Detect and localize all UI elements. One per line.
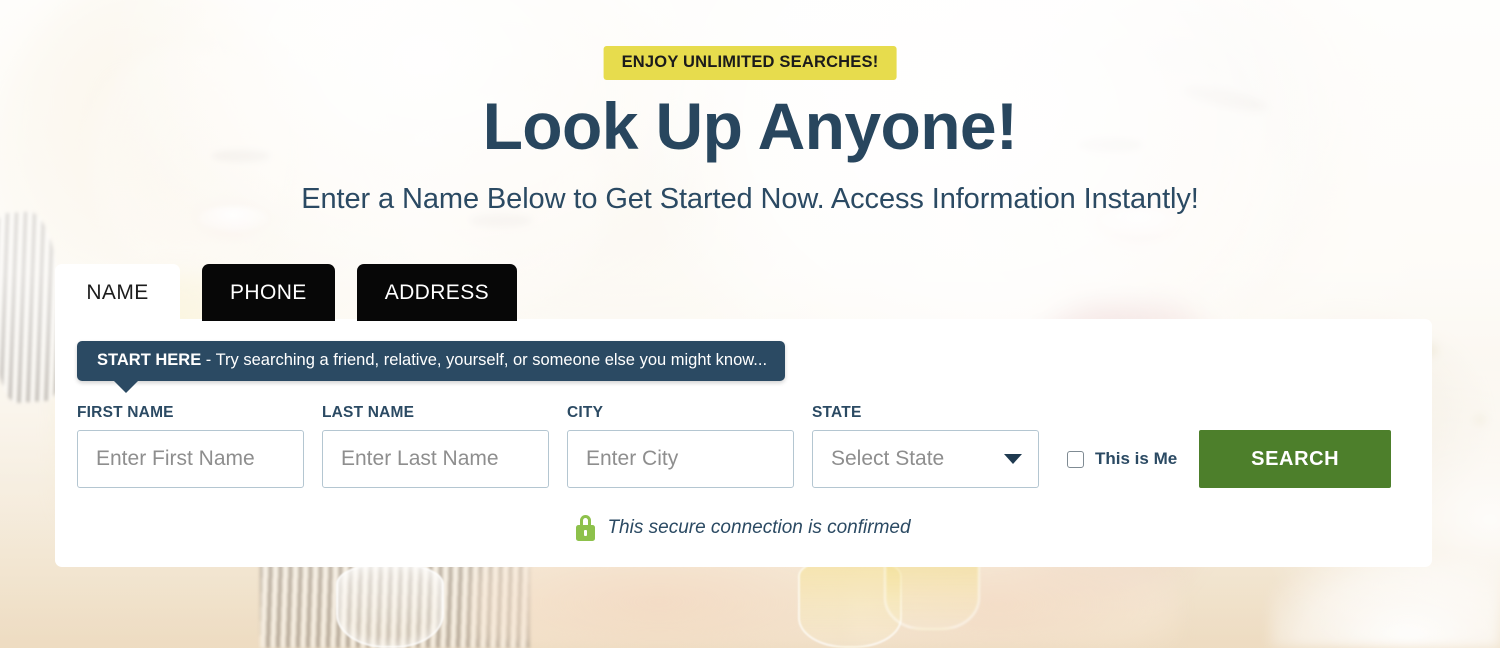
last-name-field-group: LAST NAME <box>322 404 549 488</box>
first-name-input[interactable] <box>77 430 304 488</box>
this-is-me-label: This is Me <box>1095 449 1178 468</box>
lock-icon <box>576 515 596 541</box>
state-field-group: STATE Select State <box>812 404 1039 488</box>
city-input[interactable] <box>567 430 794 488</box>
city-label: CITY <box>567 404 604 421</box>
tab-address[interactable]: ADDRESS <box>356 264 518 321</box>
promo-banner: ENJOY UNLIMITED SEARCHES! <box>603 46 897 80</box>
search-button[interactable]: SEARCH <box>1199 430 1392 488</box>
page-title: Look Up Anyone! <box>482 89 1018 163</box>
first-name-field-group: FIRST NAME <box>77 404 304 488</box>
secure-connection-notice: This secure connection is confirmed <box>55 515 1432 541</box>
tab-phone[interactable]: PHONE <box>202 264 335 321</box>
tooltip-strong-text: START HERE <box>97 351 202 369</box>
state-label: STATE <box>812 404 862 421</box>
start-here-tooltip: START HERE - Try searching a friend, rel… <box>77 341 786 393</box>
secure-connection-text: This secure connection is confirmed <box>607 517 911 538</box>
last-name-input[interactable] <box>322 430 549 488</box>
chevron-down-icon <box>1004 454 1022 464</box>
search-type-tabs: NAME PHONE ADDRESS <box>55 264 518 321</box>
first-name-label: FIRST NAME <box>77 404 174 421</box>
tooltip-arrow <box>113 380 139 393</box>
city-field-group: CITY <box>567 404 794 488</box>
page-subtitle: Enter a Name Below to Get Started Now. A… <box>301 183 1199 215</box>
state-select-value: Select State <box>831 447 945 470</box>
this-is-me-checkbox[interactable] <box>1067 450 1084 468</box>
this-is-me-checkbox-group[interactable]: This is Me <box>1067 430 1177 488</box>
people-search-form: FIRST NAME LAST NAME CITY STATE Select S… <box>77 404 1410 488</box>
state-select[interactable]: Select State <box>812 430 1039 488</box>
tab-name[interactable]: NAME <box>55 264 180 321</box>
tooltip-rest-text: - Try searching a friend, relative, your… <box>201 351 768 369</box>
hero-section: ENJOY UNLIMITED SEARCHES! Look Up Anyone… <box>0 0 1500 648</box>
search-card: START HERE - Try searching a friend, rel… <box>55 319 1432 567</box>
last-name-label: LAST NAME <box>322 404 415 421</box>
